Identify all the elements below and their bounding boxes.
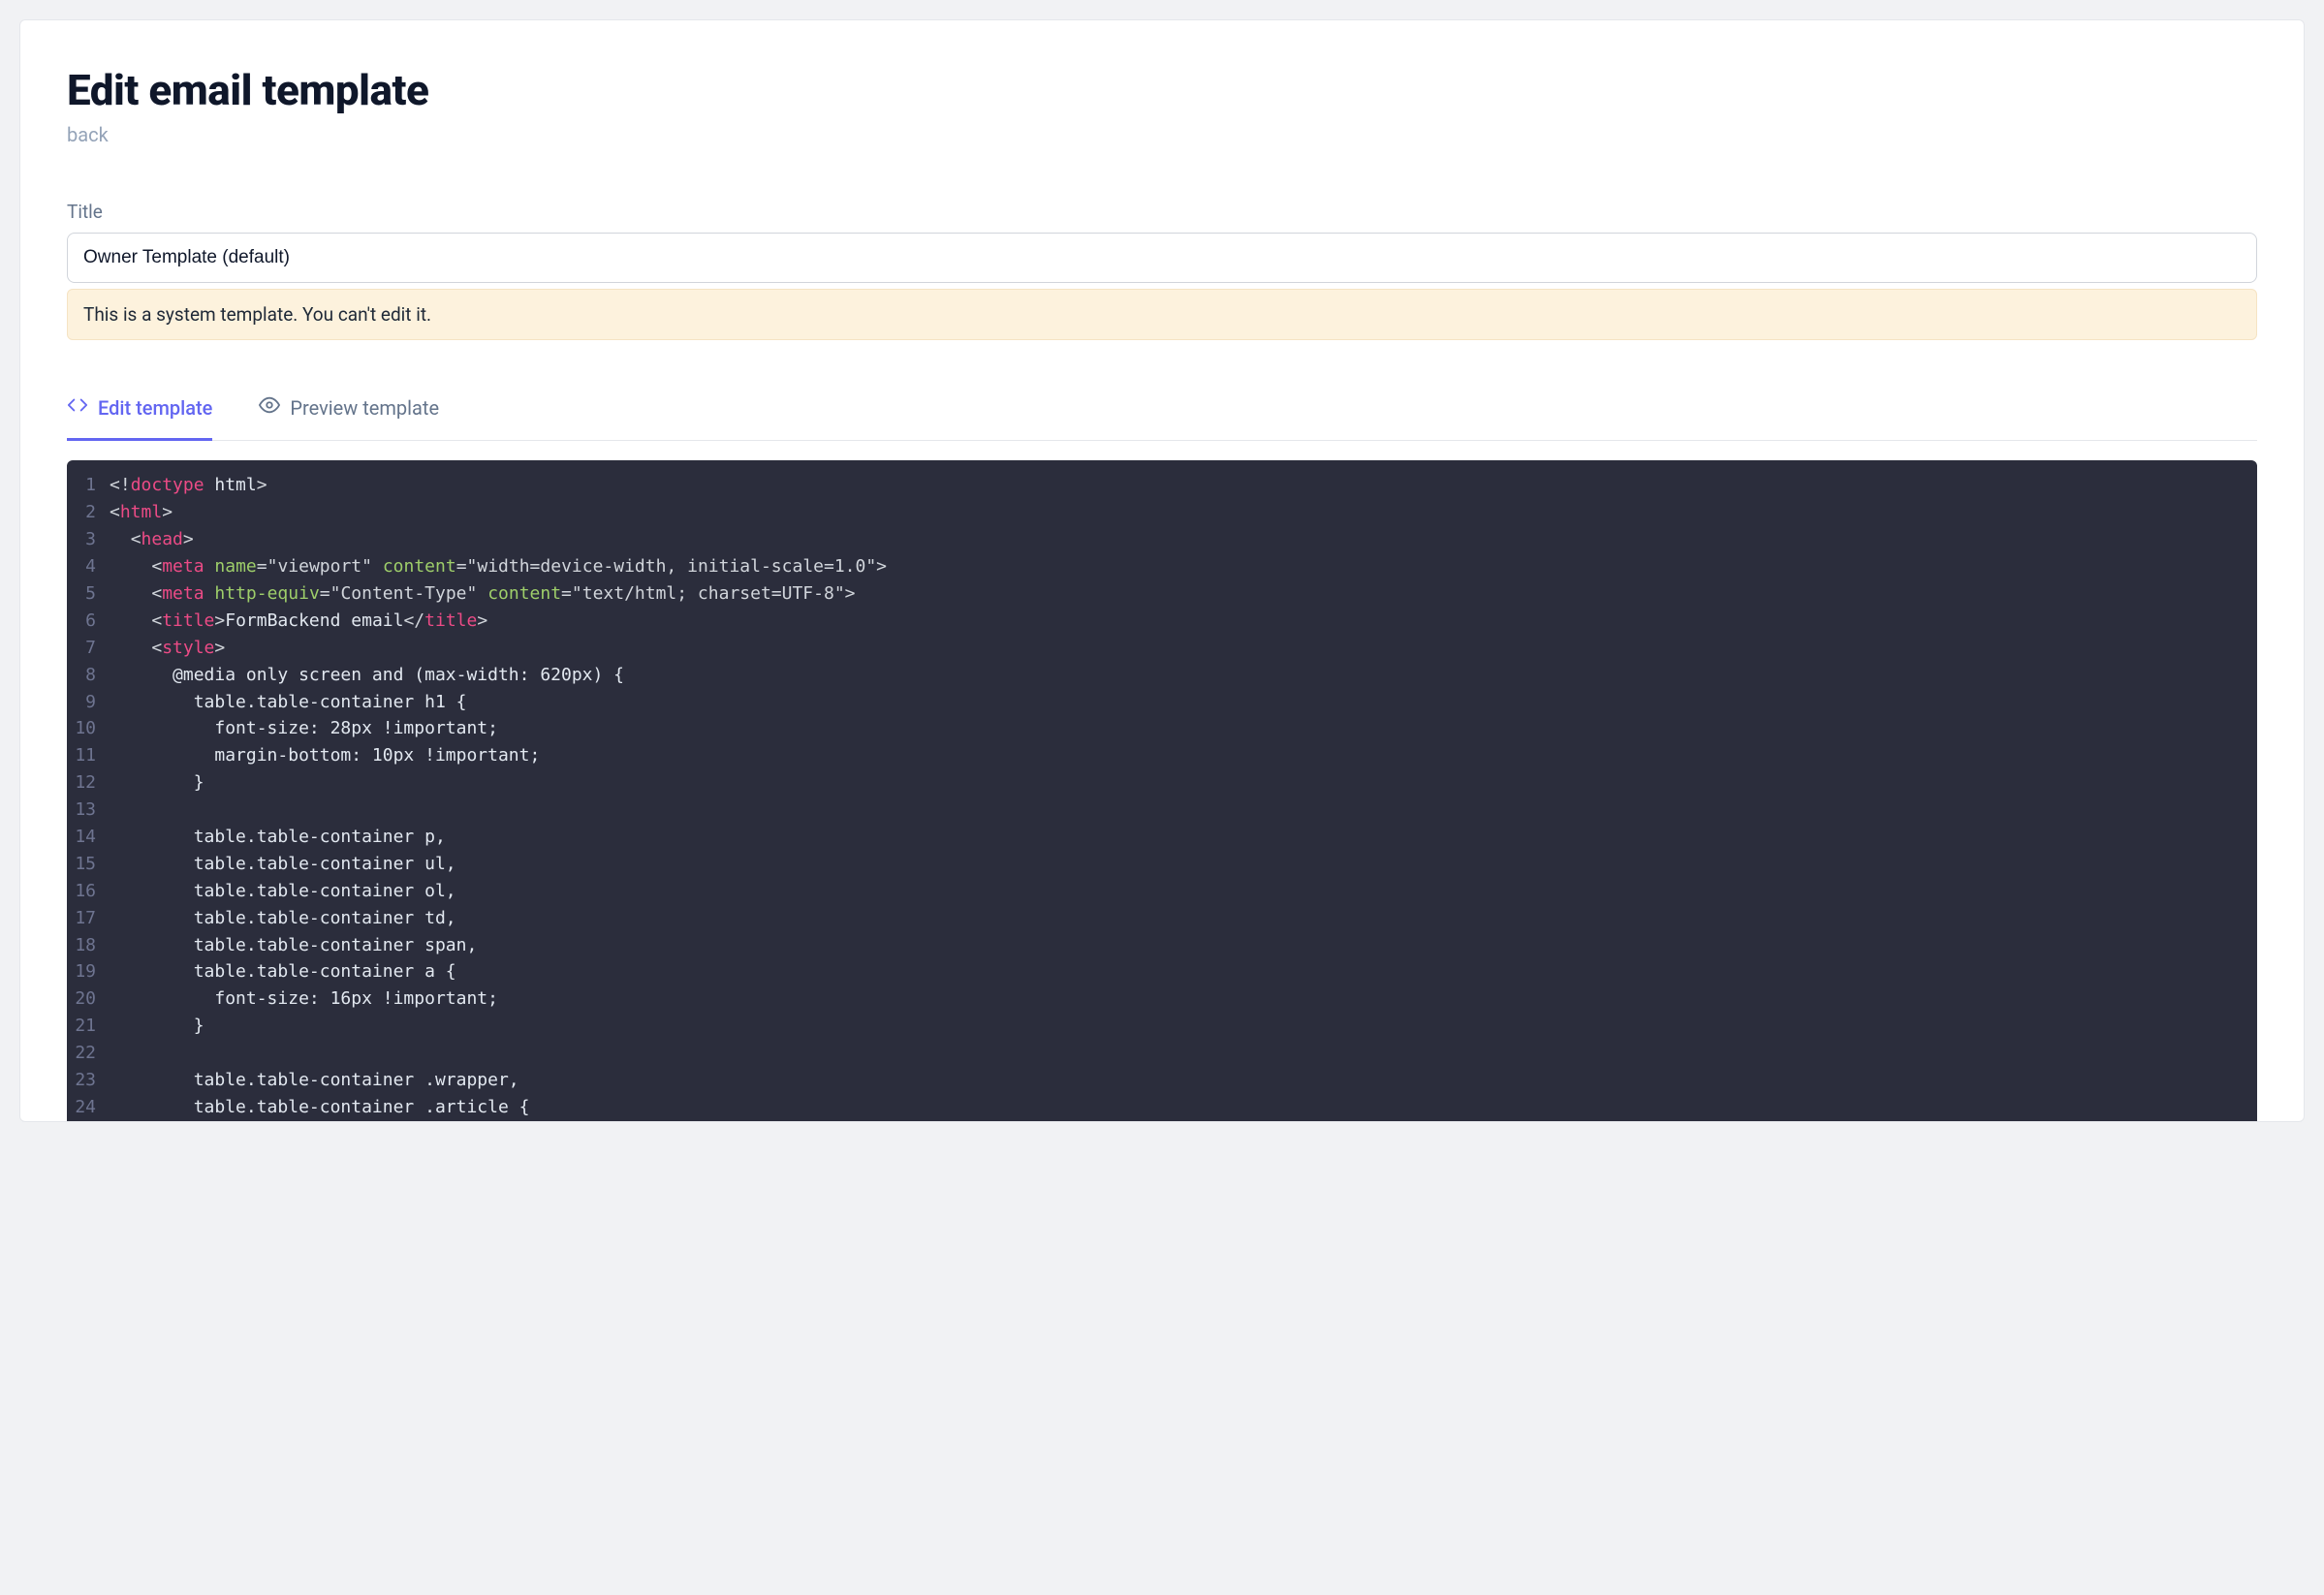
page-title: Edit email template bbox=[67, 67, 2257, 113]
line-number: 23 bbox=[67, 1067, 110, 1094]
code-line: 18 table.table-container span, bbox=[67, 932, 2257, 959]
code-editor[interactable]: 1<!doctype html>2<html>3 <head>4 <meta n… bbox=[67, 460, 2257, 1120]
code-line: 20 font-size: 16px !important; bbox=[67, 985, 2257, 1013]
code-content: <title>FormBackend email</title> bbox=[110, 608, 507, 635]
code-content: table.table-container ul, bbox=[110, 851, 476, 878]
tab-label: Preview template bbox=[290, 396, 439, 420]
code-content: table.table-container a { bbox=[110, 958, 476, 985]
line-number: 4 bbox=[67, 553, 110, 580]
line-number: 21 bbox=[67, 1013, 110, 1040]
code-content: table.table-container h1 { bbox=[110, 689, 486, 716]
code-icon bbox=[67, 394, 88, 421]
code-content: table.table-container span, bbox=[110, 932, 496, 959]
code-line: 2<html> bbox=[67, 499, 2257, 526]
line-number: 2 bbox=[67, 499, 110, 526]
line-number: 15 bbox=[67, 851, 110, 878]
code-content: } bbox=[110, 1013, 224, 1040]
code-content: table.table-container p, bbox=[110, 824, 465, 851]
page-card: Edit email template back Title This is a… bbox=[19, 19, 2305, 1122]
code-line: 6 <title>FormBackend email</title> bbox=[67, 608, 2257, 635]
code-content: <head> bbox=[110, 526, 213, 553]
line-number: 11 bbox=[67, 742, 110, 769]
line-number: 3 bbox=[67, 526, 110, 553]
title-field-group: Title This is a system template. You can… bbox=[67, 201, 2257, 340]
code-content: table.table-container .article { bbox=[110, 1094, 549, 1121]
line-number: 8 bbox=[67, 662, 110, 689]
code-content bbox=[110, 1040, 129, 1067]
line-number: 22 bbox=[67, 1040, 110, 1067]
back-link[interactable]: back bbox=[67, 123, 109, 146]
code-content: font-size: 28px !important; bbox=[110, 715, 518, 742]
line-number: 17 bbox=[67, 905, 110, 932]
code-line: 5 <meta http-equiv="Content-Type" conten… bbox=[67, 580, 2257, 608]
code-line: 17 table.table-container td, bbox=[67, 905, 2257, 932]
title-label: Title bbox=[67, 201, 2257, 223]
code-content: <meta http-equiv="Content-Type" content=… bbox=[110, 580, 875, 608]
line-number: 9 bbox=[67, 689, 110, 716]
line-number: 18 bbox=[67, 932, 110, 959]
code-line: 13 bbox=[67, 797, 2257, 824]
code-line: 8 @media only screen and (max-width: 620… bbox=[67, 662, 2257, 689]
code-line: 19 table.table-container a { bbox=[67, 958, 2257, 985]
tab-preview-template[interactable]: Preview template bbox=[259, 394, 439, 441]
code-content: table.table-container td, bbox=[110, 905, 476, 932]
line-number: 13 bbox=[67, 797, 110, 824]
code-content: table.table-container .wrapper, bbox=[110, 1067, 539, 1094]
line-number: 5 bbox=[67, 580, 110, 608]
code-line: 11 margin-bottom: 10px !important; bbox=[67, 742, 2257, 769]
line-number: 16 bbox=[67, 878, 110, 905]
line-number: 10 bbox=[67, 715, 110, 742]
code-content: <!doctype html> bbox=[110, 472, 287, 499]
code-content: margin-bottom: 10px !important; bbox=[110, 742, 559, 769]
code-line: 4 <meta name="viewport" content="width=d… bbox=[67, 553, 2257, 580]
eye-icon bbox=[259, 394, 280, 421]
line-number: 12 bbox=[67, 769, 110, 797]
code-content: <meta name="viewport" content="width=dev… bbox=[110, 553, 906, 580]
tab-label: Edit template bbox=[98, 396, 212, 420]
title-input[interactable] bbox=[67, 233, 2257, 283]
code-content: @media only screen and (max-width: 620px… bbox=[110, 662, 644, 689]
code-content: <style> bbox=[110, 635, 244, 662]
code-content: <html> bbox=[110, 499, 192, 526]
line-number: 14 bbox=[67, 824, 110, 851]
line-number: 24 bbox=[67, 1094, 110, 1121]
code-line: 15 table.table-container ul, bbox=[67, 851, 2257, 878]
code-content: table.table-container ol, bbox=[110, 878, 476, 905]
code-line: 3 <head> bbox=[67, 526, 2257, 553]
code-line: 24 table.table-container .article { bbox=[67, 1094, 2257, 1121]
code-line: 21 } bbox=[67, 1013, 2257, 1040]
template-tabs: Edit template Preview template bbox=[67, 394, 2257, 441]
line-number: 1 bbox=[67, 472, 110, 499]
code-line: 9 table.table-container h1 { bbox=[67, 689, 2257, 716]
code-line: 10 font-size: 28px !important; bbox=[67, 715, 2257, 742]
code-line: 22 bbox=[67, 1040, 2257, 1067]
code-line: 1<!doctype html> bbox=[67, 472, 2257, 499]
line-number: 7 bbox=[67, 635, 110, 662]
tab-edit-template[interactable]: Edit template bbox=[67, 394, 212, 441]
code-line: 23 table.table-container .wrapper, bbox=[67, 1067, 2257, 1094]
code-line: 12 } bbox=[67, 769, 2257, 797]
code-line: 14 table.table-container p, bbox=[67, 824, 2257, 851]
line-number: 19 bbox=[67, 958, 110, 985]
code-content: } bbox=[110, 769, 224, 797]
code-line: 16 table.table-container ol, bbox=[67, 878, 2257, 905]
code-content bbox=[110, 797, 129, 824]
system-template-notice: This is a system template. You can't edi… bbox=[67, 289, 2257, 340]
code-content: font-size: 16px !important; bbox=[110, 985, 518, 1013]
line-number: 6 bbox=[67, 608, 110, 635]
code-line: 7 <style> bbox=[67, 635, 2257, 662]
line-number: 20 bbox=[67, 985, 110, 1013]
